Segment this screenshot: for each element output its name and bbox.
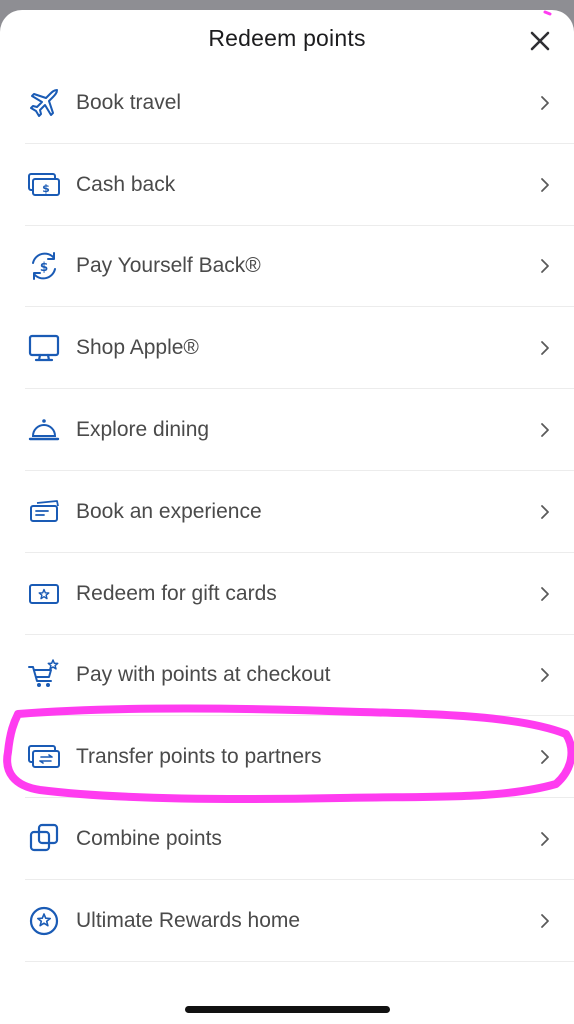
home-indicator[interactable] — [185, 1006, 390, 1013]
chevron-right-icon — [541, 423, 549, 437]
chevron-right-icon — [541, 341, 549, 356]
list-item-book-experience[interactable]: Book an experience — [0, 471, 574, 553]
list-item-gift-cards[interactable]: Redeem for gift cards — [0, 553, 574, 635]
monitor-icon — [25, 329, 63, 367]
chevron-right-icon — [541, 177, 549, 192]
service-bell-icon — [25, 411, 63, 449]
airplane-icon — [25, 84, 63, 122]
chevron-right-icon — [541, 504, 549, 519]
cash-icon: $ — [25, 166, 63, 204]
list-item-label: Ultimate Rewards home — [76, 908, 301, 932]
chevron-right-icon — [541, 95, 549, 110]
chevron-right-icon — [541, 586, 549, 601]
list-item-combine-points[interactable]: Combine points — [0, 798, 574, 880]
list-item-label: Pay Yourself Back® — [76, 254, 261, 278]
cart-star-icon — [25, 656, 63, 694]
chevron-right-icon — [541, 832, 549, 846]
list-item-label: Book an experience — [76, 499, 262, 523]
list-item-pay-with-points[interactable]: Pay with points at checkout — [0, 635, 574, 717]
list-item-cash-back[interactable]: $ Cash back — [0, 144, 574, 226]
chevron-right-icon — [541, 913, 549, 928]
chevron-right-icon — [541, 750, 549, 765]
gift-card-icon — [25, 575, 63, 613]
list-item-label: Shop Apple® — [76, 336, 199, 360]
list-item-label: Transfer points to partners — [76, 745, 322, 769]
refresh-dollar-icon: $ — [25, 247, 63, 285]
chevron-right-icon — [541, 668, 549, 683]
svg-text:$: $ — [42, 182, 50, 195]
list-item-label: Redeem for gift cards — [76, 581, 277, 605]
list-item-label: Book travel — [76, 90, 182, 114]
page-title: Redeem points — [208, 25, 366, 51]
svg-text:$: $ — [40, 260, 48, 274]
transfer-card-icon — [25, 738, 63, 776]
redeem-points-sheet: Redeem points Book travel $ Cash back $ … — [0, 10, 574, 1024]
list-item-explore-dining[interactable]: Explore dining — [0, 389, 574, 471]
close-icon — [530, 31, 550, 51]
chevron-right-icon — [541, 259, 549, 274]
list-item-label: Pay with points at checkout — [76, 663, 331, 687]
list-item-label: Combine points — [76, 827, 222, 851]
list-item-transfer-points[interactable]: Transfer points to partners — [0, 716, 574, 798]
ticket-icon — [25, 493, 63, 531]
list-item-ultimate-rewards-home[interactable]: Ultimate Rewards home — [0, 880, 574, 962]
list-item-book-travel[interactable]: Book travel — [0, 62, 574, 144]
list-item-label: Cash back — [76, 172, 176, 196]
combine-squares-icon — [25, 820, 63, 858]
close-button[interactable] — [528, 29, 552, 53]
star-circle-icon — [25, 902, 63, 940]
list-item-label: Explore dining — [76, 418, 210, 442]
redeem-options-list: Book travel $ Cash back $ Pay Yourself B… — [0, 62, 574, 962]
list-item-shop-apple[interactable]: Shop Apple® — [0, 307, 574, 389]
list-item-pay-yourself-back[interactable]: $ Pay Yourself Back® — [0, 226, 574, 308]
